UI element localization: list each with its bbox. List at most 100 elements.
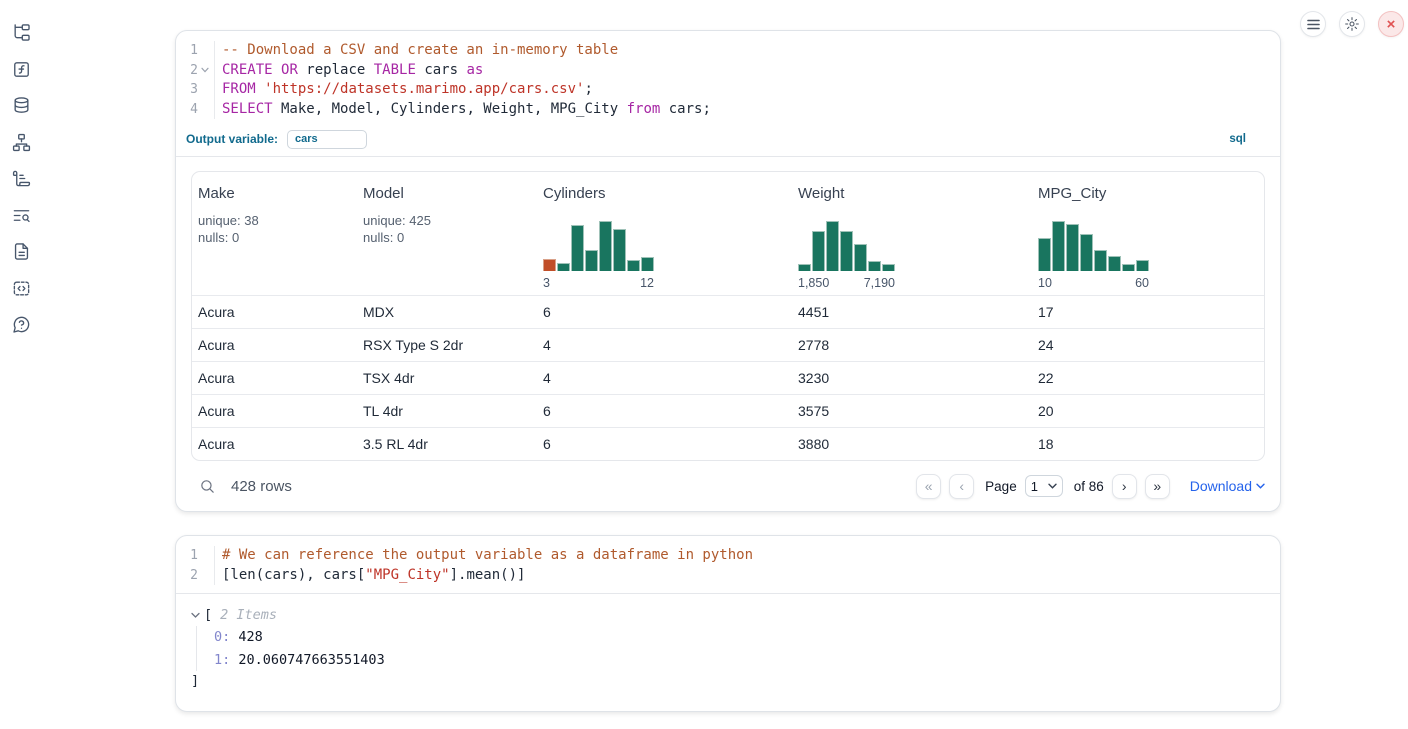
open-bracket: [ <box>204 607 212 623</box>
sidebar <box>0 0 42 729</box>
line-number: 2 <box>176 566 198 586</box>
help-icon[interactable] <box>12 315 31 334</box>
axis-min-label: 1,850 <box>798 276 829 290</box>
download-label: Download <box>1190 478 1252 494</box>
line-number: 4 <box>176 100 198 120</box>
python-cell: 1# We can reference the output variable … <box>175 535 1281 712</box>
code-content: [len(cars), cars["MPG_City"].mean()] <box>214 566 525 586</box>
table-row[interactable]: AcuraMDX6445117 <box>192 295 1264 328</box>
code-editor[interactable]: 1# We can reference the output variable … <box>176 536 1280 585</box>
table-row[interactable]: AcuraTL 4dr6357520 <box>192 394 1264 427</box>
token-kw: as <box>466 62 483 78</box>
table-row[interactable]: AcuraTSX 4dr4323022 <box>192 361 1264 394</box>
histogram-bar <box>854 244 867 271</box>
search-icon[interactable] <box>199 478 216 495</box>
histogram-bar <box>571 225 584 271</box>
code-content: SELECT Make, Model, Cylinders, Weight, M… <box>214 100 711 120</box>
table-cell: 24 <box>1032 337 1264 353</box>
table-cell: 6 <box>537 304 792 320</box>
first-page-button[interactable]: « <box>916 474 941 499</box>
token-comment: # We can reference the output variable a… <box>222 547 753 563</box>
menu-button[interactable] <box>1300 11 1326 37</box>
token-kw: from <box>627 101 661 117</box>
line-number: 3 <box>176 80 198 100</box>
code-content: CREATE OR replace TABLE cars as <box>214 61 483 81</box>
chevron-down-icon <box>1048 483 1057 489</box>
histogram-bar <box>543 259 556 271</box>
column-name: MPG_City <box>1038 185 1256 202</box>
tree-root[interactable]: [ 2 Items <box>191 607 1280 623</box>
table-body: AcuraMDX6445117AcuraRSX Type S 2dr427782… <box>192 295 1264 460</box>
settings-button[interactable] <box>1339 11 1365 37</box>
code-editor[interactable]: 1-- Download a CSV and create an in-memo… <box>176 31 1280 119</box>
functions-icon[interactable] <box>12 60 31 79</box>
table-cell: Acura <box>192 304 357 320</box>
histogram-bar <box>812 231 825 271</box>
histogram-mpg_city[interactable] <box>1038 218 1149 271</box>
axis-max-label: 60 <box>1135 276 1149 290</box>
page-of-label: of 86 <box>1074 479 1104 494</box>
prev-page-button[interactable]: ‹ <box>949 474 974 499</box>
tree-entry: 1: 20.060747663551403 <box>214 649 1280 672</box>
column-header-make[interactable]: Makeunique: 38nulls: 0 <box>192 172 357 295</box>
logs-icon[interactable] <box>12 169 31 188</box>
token-plain: ; <box>584 81 592 97</box>
table-row[interactable]: Acura3.5 RL 4dr6388018 <box>192 427 1264 460</box>
token-kw: SELECT <box>222 101 273 117</box>
histogram-bar <box>798 264 811 271</box>
tree-key: 1: <box>214 652 230 668</box>
fold-gutter <box>198 80 211 100</box>
table-cell: TL 4dr <box>357 403 537 419</box>
file-tree-icon[interactable] <box>12 23 31 42</box>
token-comment: -- Download a CSV and create an in-memor… <box>222 42 618 58</box>
histogram-weight[interactable] <box>798 218 895 271</box>
page-select-value: 1 <box>1031 479 1038 494</box>
histogram-bar <box>1038 238 1051 271</box>
code-line: 3 FROM 'https://datasets.marimo.app/cars.… <box>176 80 1280 100</box>
code-content: FROM 'https://datasets.marimo.app/cars.c… <box>214 80 593 100</box>
histogram-bar <box>641 257 654 271</box>
page-select[interactable]: 1 <box>1025 475 1063 497</box>
outline-search-icon[interactable] <box>12 206 31 225</box>
table-cell: Acura <box>192 436 357 452</box>
column-header-weight[interactable]: Weight1,8507,190 <box>792 172 1032 295</box>
column-header-cylinders[interactable]: Cylinders312 <box>537 172 792 295</box>
shutdown-button[interactable]: × <box>1378 11 1404 37</box>
table-cell: TSX 4dr <box>357 370 537 386</box>
snippets-icon[interactable] <box>12 279 31 298</box>
table-cell: 17 <box>1032 304 1264 320</box>
histogram-bar <box>613 229 626 271</box>
column-header-mpg_city[interactable]: MPG_City1060 <box>1032 172 1264 295</box>
histogram-bar <box>585 250 598 271</box>
table-cell: 6 <box>537 403 792 419</box>
output-variable-input[interactable] <box>287 130 367 149</box>
fold-gutter <box>198 100 211 120</box>
documentation-icon[interactable] <box>12 242 31 261</box>
table-cell: 3230 <box>792 370 1032 386</box>
histogram-cylinders[interactable] <box>543 218 654 271</box>
dependency-graph-icon[interactable] <box>12 133 31 152</box>
column-header-model[interactable]: Modelunique: 425nulls: 0 <box>357 172 537 295</box>
datasources-icon[interactable] <box>12 96 31 115</box>
last-page-button[interactable]: » <box>1145 474 1170 499</box>
code-content: # We can reference the output variable a… <box>214 546 753 566</box>
token-kw: CREATE <box>222 62 273 78</box>
table-row[interactable]: AcuraRSX Type S 2dr4277824 <box>192 328 1264 361</box>
axis-max-label: 7,190 <box>864 276 895 290</box>
table-cell: 3880 <box>792 436 1032 452</box>
table-header-row: Makeunique: 38nulls: 0Modelunique: 425nu… <box>192 172 1264 295</box>
fold-chevron-icon[interactable] <box>198 61 211 81</box>
token-str: 'https://datasets.marimo.app/cars.csv' <box>264 81 584 97</box>
next-page-button[interactable]: › <box>1112 474 1137 499</box>
collapse-chevron-icon[interactable] <box>191 612 200 619</box>
token-plain: Make, Model, Cylinders, Weight, MPG_City <box>273 101 627 117</box>
rows-count: 428 rows <box>231 478 292 495</box>
close-icon: × <box>1387 17 1396 32</box>
histogram-bar <box>557 263 570 271</box>
histogram-axis: 312 <box>543 276 654 290</box>
page-label: Page <box>985 479 1017 494</box>
histogram-bar <box>1094 250 1107 271</box>
code-line: 2 [len(cars), cars["MPG_City"].mean()] <box>176 566 1280 586</box>
download-button[interactable]: Download <box>1190 478 1265 494</box>
table-cell: Acura <box>192 337 357 353</box>
